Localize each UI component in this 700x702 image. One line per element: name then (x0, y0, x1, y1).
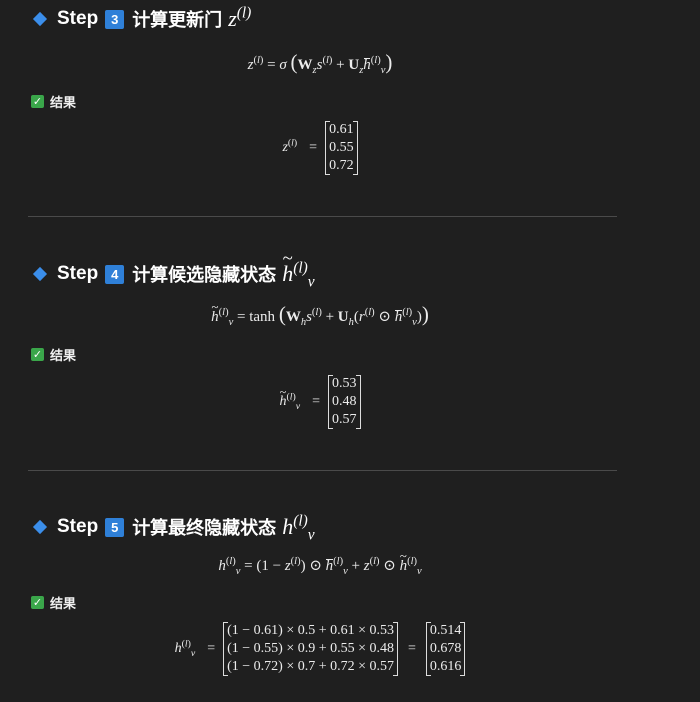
step-symbol: h(l)v (282, 248, 314, 290)
result-label: ✓ 结果 (31, 348, 77, 364)
step-number-badge: 4 (105, 264, 125, 284)
diamond-icon (32, 519, 48, 535)
step-title: 计算更新门 (132, 10, 223, 31)
final-state-formula: h(l)v = (1 − z(l)) ⊙ h(l)v + z(l) ⊙ h(l)… (0, 549, 640, 577)
step-4-heading: Step 4 计算候选隐藏状态 h(l)v (32, 248, 315, 290)
step-3-heading: Step 3 计算更新门 z(l) (32, 4, 251, 34)
step-5-heading: Step 5 计算最终隐藏状态 h(l)v (32, 512, 315, 544)
final-state-result: h(l)v = (1 − 0.61) × 0.5 + 0.61 × 0.53 (1… (0, 622, 640, 676)
result-label: ✓ 结果 (31, 596, 77, 612)
step-symbol: z(l) (228, 4, 252, 31)
step-number-badge: 3 (105, 9, 125, 29)
result-vector: 0.53 0.48 0.57 (328, 375, 361, 429)
step-label: Step (57, 8, 99, 29)
section-divider (28, 216, 617, 217)
checkmark-icon: ✓ (31, 95, 44, 108)
result-vector: 0.514 0.678 0.616 (425, 622, 466, 676)
step-title: 计算候选隐藏状态 (132, 265, 277, 286)
step-title: 计算最终隐藏状态 (132, 518, 277, 539)
diamond-icon (32, 266, 48, 282)
diamond-icon (32, 11, 48, 27)
checkmark-icon: ✓ (31, 596, 44, 609)
candidate-state-formula: h(l)v = tanh (Whs(l) + Uh(r(l) ⊙ h(l)v)) (0, 300, 640, 328)
candidate-state-result: h(l)v= 0.53 0.48 0.57 (0, 375, 640, 429)
section-divider (28, 470, 617, 471)
result-label: ✓ 结果 (31, 95, 77, 111)
step-symbol: h(l)v (282, 512, 315, 544)
update-gate-formula: z(l) = σ (Wzs(l) + Uzh(l)v) (247, 50, 393, 76)
step-number-badge: 5 (105, 517, 125, 537)
update-gate-result: z(l) = 0.61 0.55 0.72 (0, 121, 640, 175)
result-vector: 0.61 0.55 0.72 (325, 121, 358, 175)
step-label: Step (57, 263, 99, 284)
computation-matrix: (1 − 0.61) × 0.5 + 0.61 × 0.53 (1 − 0.55… (223, 622, 399, 676)
checkmark-icon: ✓ (31, 348, 44, 361)
step-label: Step (57, 516, 99, 537)
